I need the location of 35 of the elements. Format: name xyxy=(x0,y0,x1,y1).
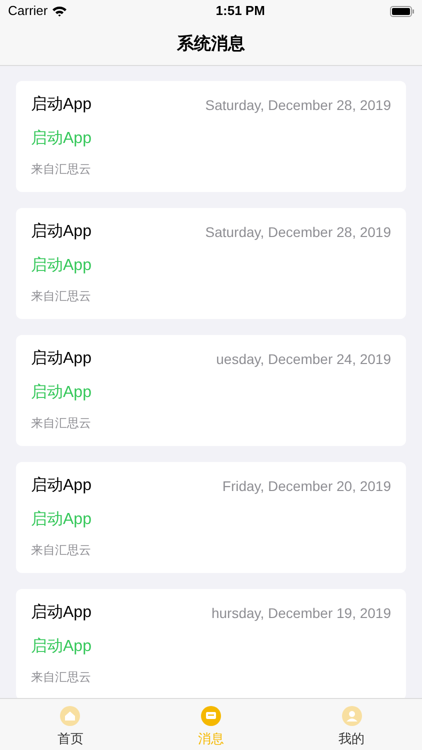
message-source: 来自汇思云 xyxy=(31,669,92,685)
message-date: hursday, December 19, 2019 xyxy=(211,604,391,623)
message-title: 启动App xyxy=(31,94,92,115)
message-source: 来自汇思云 xyxy=(31,288,92,304)
carrier-text: Carrier xyxy=(8,2,48,20)
page-title: 系统消息 xyxy=(177,32,245,55)
message-card[interactable]: 启动App Friday, December 20, 2019 启动App 来自汇思云 xyxy=(16,462,406,573)
message-body: 启动App xyxy=(31,383,92,403)
tab-item[interactable]: 我的 xyxy=(281,699,422,750)
message-card[interactable]: 启动App hursday, December 19, 2019 启动App 来自汇思云 xyxy=(16,589,406,698)
battery-icon xyxy=(390,6,414,16)
message-title: 启动App xyxy=(31,602,92,623)
clock-text: 1:51 PM xyxy=(216,2,265,20)
message-body: 启动App xyxy=(31,510,92,530)
message-card[interactable]: 启动App uesday, December 24, 2019 启动App 来自汇思云 xyxy=(16,335,406,446)
home-icon xyxy=(60,706,80,726)
message-body: 启动App xyxy=(31,256,92,276)
message-title: 启动App xyxy=(31,348,92,369)
message-source: 来自汇思云 xyxy=(31,161,92,177)
message-date: Saturday, December 28, 2019 xyxy=(205,222,391,242)
message-date: uesday, December 24, 2019 xyxy=(216,350,391,369)
user-icon xyxy=(342,706,362,726)
wifi-icon xyxy=(52,6,67,16)
message-source: 来自汇思云 xyxy=(31,415,92,431)
tab-item[interactable]: 首页 xyxy=(0,699,141,750)
message-card[interactable]: 启动App Saturday, December 28, 2019 启动App 来自汇思云 xyxy=(16,81,406,192)
message-card[interactable]: 启动App Saturday, December 28, 2019 启动App 来自汇思云 xyxy=(16,208,406,319)
message-body: 启动App xyxy=(31,637,92,657)
message-source: 来自汇思云 xyxy=(31,542,92,558)
message-date: Saturday, December 28, 2019 xyxy=(205,96,391,115)
message-date: Friday, December 20, 2019 xyxy=(222,476,391,496)
message-body: 启动App xyxy=(31,129,92,149)
message-title: 启动App xyxy=(31,476,92,496)
chat-icon xyxy=(201,706,221,726)
message-title: 启动App xyxy=(31,222,92,242)
